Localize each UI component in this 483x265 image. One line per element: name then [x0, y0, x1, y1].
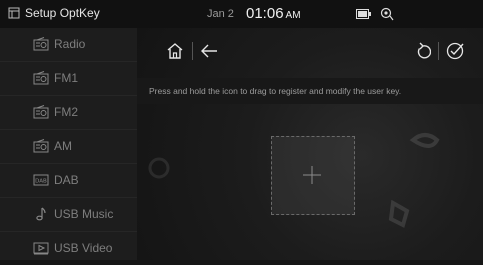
- radio-icon: [33, 71, 49, 85]
- clock-time: 01:06: [246, 5, 284, 22]
- clock: 01:06 AM: [246, 5, 301, 22]
- sidebar-item-fm2[interactable]: FM2: [0, 96, 137, 130]
- app-title-text: Setup OptKey: [25, 6, 100, 20]
- sidebar: Radio FM1 FM2 AM DAB DAB USB Music USB V…: [0, 28, 137, 260]
- sidebar-item-usb-video[interactable]: USB Video: [0, 232, 137, 265]
- battery-icon: [356, 9, 371, 19]
- toolbar-divider: [192, 42, 193, 60]
- radio-icon: [33, 37, 49, 51]
- settings-grid-icon: [8, 7, 20, 19]
- sidebar-item-label: AM: [54, 139, 72, 153]
- sidebar-item-usb-music[interactable]: USB Music: [0, 198, 137, 232]
- sidebar-item-am[interactable]: AM: [0, 130, 137, 164]
- sidebar-item-label: USB Video: [54, 241, 113, 255]
- confirm-check-icon[interactable]: [446, 42, 464, 60]
- music-note-icon: [36, 207, 46, 221]
- date-label: Jan 2: [207, 8, 234, 20]
- dab-icon: DAB: [33, 174, 49, 186]
- main-panel: Press and hold the icon to drag to regis…: [137, 28, 483, 260]
- sidebar-item-label: FM2: [54, 105, 78, 119]
- back-arrow-icon[interactable]: [200, 42, 219, 60]
- sidebar-item-label: USB Music: [54, 207, 114, 221]
- sidebar-item-label: FM1: [54, 71, 78, 85]
- status-bar: Setup OptKey Jan 2 01:06 AM: [0, 0, 483, 28]
- reset-icon[interactable]: [415, 42, 431, 60]
- sidebar-item-dab[interactable]: DAB DAB: [0, 164, 137, 198]
- sidebar-item-fm1[interactable]: FM1: [0, 62, 137, 96]
- app-title: Setup OptKey: [8, 6, 100, 20]
- instruction-bar: Press and hold the icon to drag to regis…: [137, 78, 483, 104]
- video-icon: [33, 242, 49, 255]
- bluetooth-audio-icon: [380, 7, 394, 21]
- user-key-drop-zone[interactable]: [271, 136, 355, 215]
- clock-ampm: AM: [285, 10, 301, 21]
- radio-icon: [33, 139, 49, 153]
- home-icon[interactable]: [166, 42, 184, 60]
- svg-text:DAB: DAB: [35, 179, 47, 185]
- radio-icon: [33, 105, 49, 119]
- sidebar-item-label: DAB: [54, 173, 79, 187]
- plus-icon: [303, 166, 321, 184]
- status-icons: [356, 7, 394, 21]
- toolbar-divider: [438, 42, 439, 60]
- sidebar-item-label: Radio: [54, 37, 86, 51]
- toolbar: [137, 28, 483, 78]
- instruction-text: Press and hold the icon to drag to regis…: [149, 86, 402, 96]
- sidebar-item-radio[interactable]: Radio: [0, 28, 137, 62]
